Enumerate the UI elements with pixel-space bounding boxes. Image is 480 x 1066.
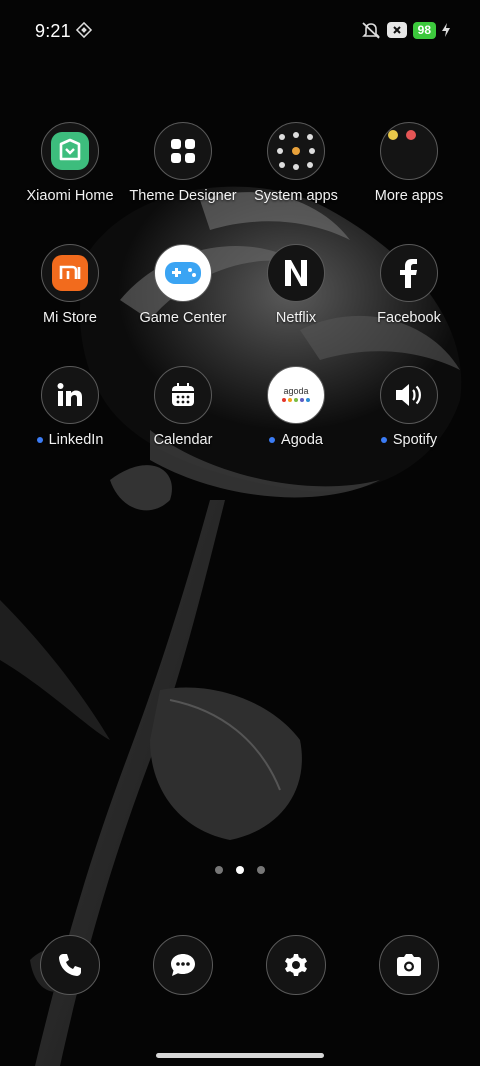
xiaomi-home-icon bbox=[41, 122, 99, 180]
svg-text:agoda: agoda bbox=[283, 386, 308, 396]
gamepad-icon bbox=[154, 244, 212, 302]
mute-vibrate-icon bbox=[361, 22, 380, 39]
app-spotify[interactable]: Spotify bbox=[349, 366, 469, 448]
app-label: Theme Designer bbox=[129, 188, 237, 204]
netflix-icon bbox=[267, 244, 325, 302]
new-install-dot bbox=[36, 437, 43, 443]
app-calendar[interactable]: Calendar bbox=[123, 366, 243, 448]
new-install-dot bbox=[380, 437, 387, 443]
app-label: Game Center bbox=[139, 310, 227, 326]
app-label: Netflix bbox=[275, 310, 317, 326]
gesture-navigation-bar[interactable] bbox=[156, 1053, 324, 1058]
app-label: Agoda bbox=[281, 432, 323, 448]
facebook-icon bbox=[380, 244, 438, 302]
mi-icon bbox=[41, 244, 99, 302]
dock bbox=[0, 935, 480, 997]
app-theme-designer[interactable]: Theme Designer bbox=[123, 122, 243, 204]
page-dot[interactable] bbox=[257, 866, 265, 874]
speaker-icon bbox=[380, 366, 438, 424]
app-agoda[interactable]: agoda Agoda bbox=[236, 366, 356, 448]
agoda-icon: agoda bbox=[267, 366, 325, 424]
folder-icon bbox=[380, 122, 438, 180]
folder-more-apps[interactable]: More apps bbox=[349, 122, 469, 204]
phone-icon bbox=[59, 954, 81, 976]
app-facebook[interactable]: Facebook bbox=[349, 244, 469, 326]
app-game-center[interactable]: Game Center bbox=[123, 244, 243, 326]
app-linkedin[interactable]: LinkedIn bbox=[10, 366, 130, 448]
status-time: 9:21 bbox=[35, 21, 71, 41]
messages-icon bbox=[171, 954, 195, 976]
camera-icon bbox=[397, 954, 421, 976]
linkedin-icon bbox=[41, 366, 99, 424]
location-diamond-icon bbox=[76, 22, 92, 38]
app-label: LinkedIn bbox=[48, 432, 104, 448]
app-label: Spotify bbox=[392, 432, 438, 448]
page-indicator bbox=[0, 866, 480, 874]
calendar-icon bbox=[154, 366, 212, 424]
no-sim-icon bbox=[386, 22, 407, 38]
folder-icon bbox=[267, 122, 325, 180]
app-netflix[interactable]: Netflix bbox=[236, 244, 356, 326]
app-label: Mi Store bbox=[43, 310, 97, 326]
battery-level: 98 bbox=[412, 21, 436, 39]
app-label: Calendar bbox=[153, 432, 213, 448]
grid-icon bbox=[154, 122, 212, 180]
new-install-dot bbox=[269, 437, 276, 443]
app-xiaomi-home[interactable]: Xiaomi Home bbox=[10, 122, 130, 204]
dock-settings[interactable] bbox=[266, 935, 326, 995]
dock-camera[interactable] bbox=[379, 935, 439, 995]
folder-system-apps[interactable]: System apps bbox=[236, 122, 356, 204]
app-label: System apps bbox=[254, 188, 338, 204]
dock-messages[interactable] bbox=[153, 935, 213, 995]
app-mi-store[interactable]: Mi Store bbox=[10, 244, 130, 326]
status-bar: 9:21 98 bbox=[0, 0, 480, 62]
app-label: Xiaomi Home bbox=[26, 188, 114, 204]
charging-bolt-icon bbox=[442, 23, 450, 37]
app-label: Facebook bbox=[377, 310, 441, 326]
page-dot[interactable] bbox=[215, 866, 223, 874]
status-right-icons: 98 bbox=[361, 21, 450, 39]
dock-phone[interactable] bbox=[40, 935, 100, 995]
settings-icon bbox=[285, 954, 307, 976]
page-dot-active[interactable] bbox=[236, 866, 244, 874]
app-label: More apps bbox=[374, 188, 444, 204]
